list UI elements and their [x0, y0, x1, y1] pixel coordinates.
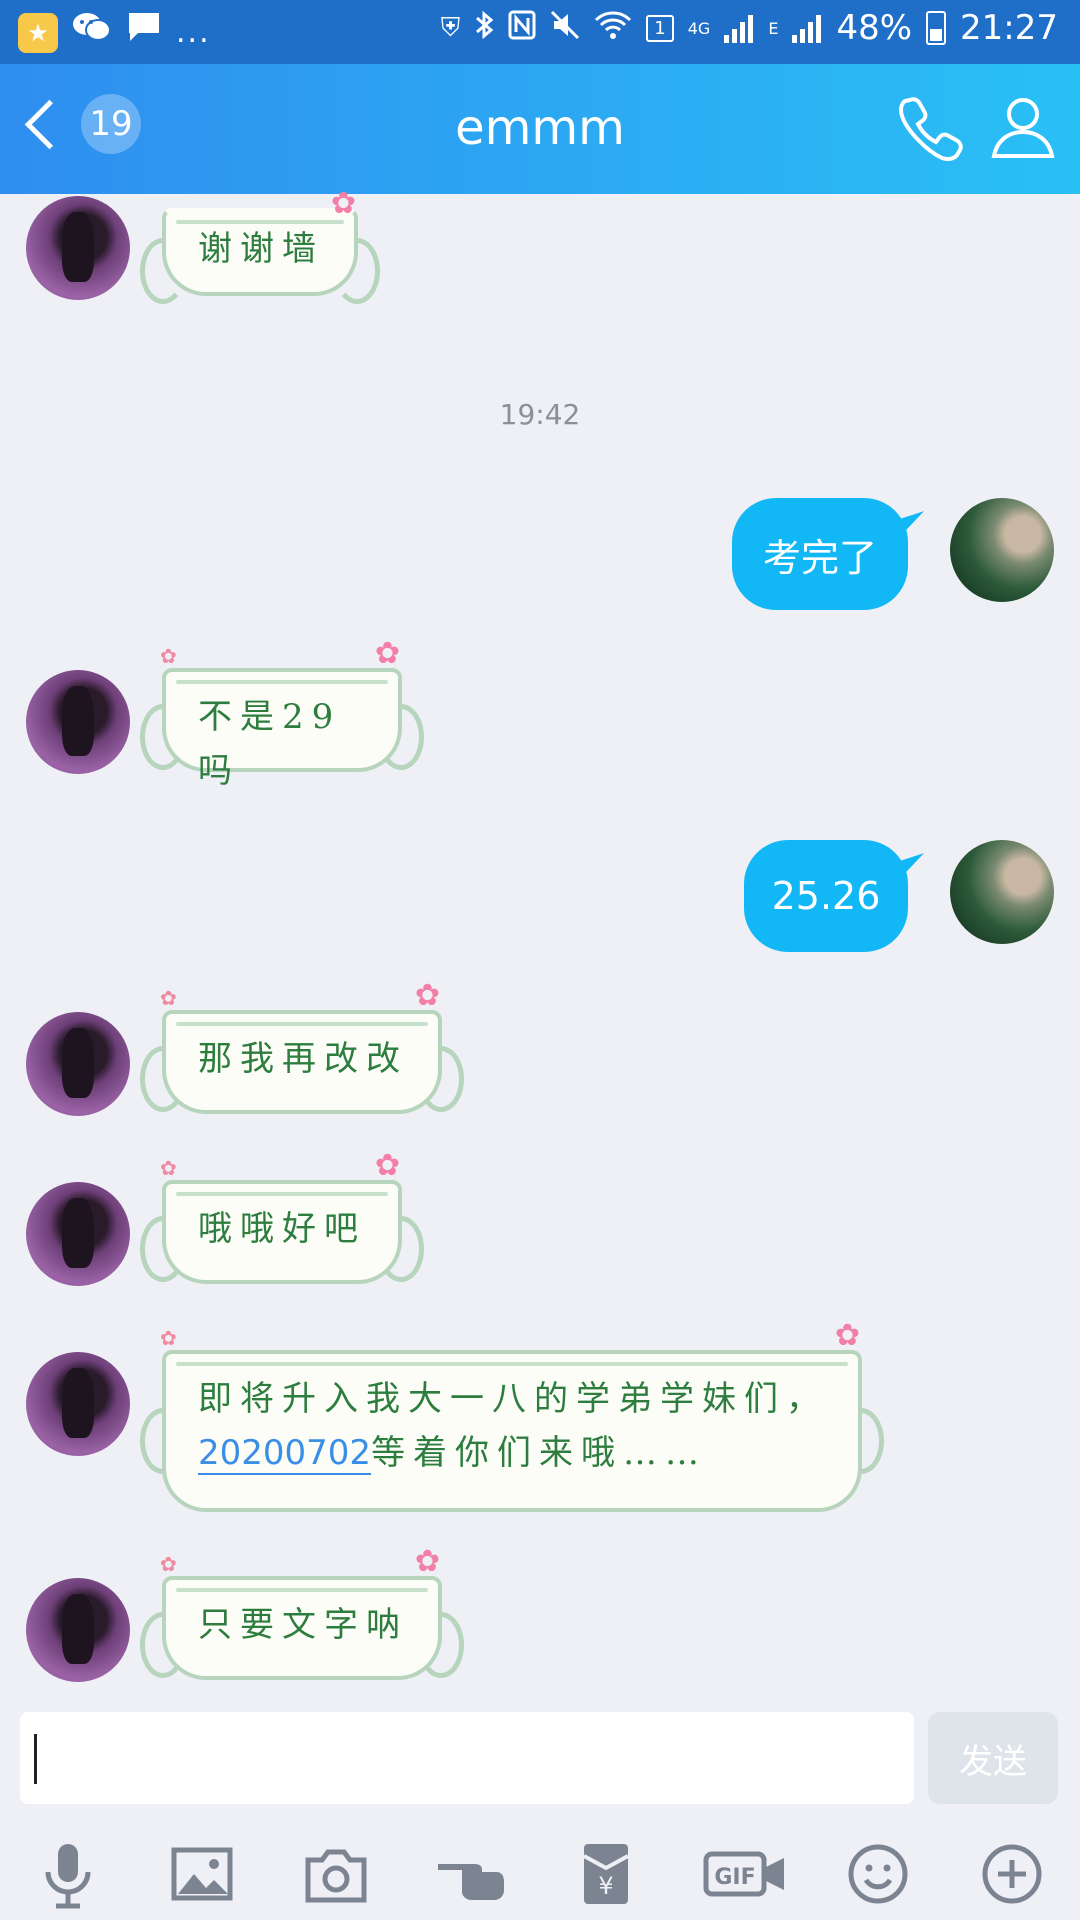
input-toolbar: ¥ GIF	[0, 1820, 1080, 1920]
incoming-message[interactable]: ✿ 谢谢墙	[140, 186, 380, 306]
message-text: 25.26	[771, 874, 881, 918]
flower-decoration: ✿	[160, 1326, 177, 1350]
chat-header: 19 emmm	[0, 64, 1080, 194]
flower-decoration: ✿	[414, 978, 440, 1013]
outgoing-message[interactable]: 25.26	[744, 840, 908, 952]
contact-avatar[interactable]	[26, 1578, 130, 1682]
flower-decoration: ✿	[160, 1552, 177, 1576]
incoming-message[interactable]: ✿ ✿ 那我再改改	[140, 978, 464, 1124]
camera-button[interactable]	[296, 1834, 376, 1914]
text-cursor	[34, 1734, 37, 1784]
battery-icon	[926, 11, 947, 45]
status-bar: ★ ... ⛨ 1 4G E 48% 21:27	[0, 0, 1080, 64]
message-text: 即将升入我大一八的学弟学妹们， 20200702等着你们来哦……	[198, 1372, 834, 1480]
plus-icon	[982, 1844, 1042, 1904]
contact-avatar[interactable]	[26, 1352, 130, 1456]
emoji-button[interactable]	[838, 1834, 918, 1914]
signal-icon	[724, 13, 754, 43]
gif-button[interactable]: GIF	[702, 1834, 792, 1914]
gif-label: GIF	[714, 1865, 755, 1890]
flower-decoration: ✿	[160, 644, 177, 668]
flower-decoration: ✿	[414, 1544, 440, 1579]
battery-percent: 48%	[836, 8, 913, 48]
my-avatar[interactable]	[950, 498, 1054, 602]
contact-avatar[interactable]	[26, 1182, 130, 1286]
message-text: 谢谢墙	[198, 229, 324, 269]
incoming-message[interactable]: ✿ ✿ 即将升入我大一八的学弟学妹们， 20200702等着你们来哦……	[140, 1318, 884, 1522]
mute-icon	[550, 10, 580, 47]
contact-avatar[interactable]	[26, 1012, 130, 1116]
network-e-label: E	[768, 18, 779, 38]
contact-avatar[interactable]	[26, 670, 130, 774]
message-text: 考完了	[762, 535, 877, 580]
network-4g-label: 4G	[687, 18, 711, 38]
flower-decoration: ✿	[330, 186, 356, 221]
message-timestamp: 19:42	[499, 398, 581, 431]
outgoing-message[interactable]: 考完了	[732, 498, 908, 610]
message-line-1: 即将升入我大一八的学弟学妹们，	[198, 1379, 828, 1419]
wechat-icon	[72, 10, 112, 55]
flower-decoration: ✿	[834, 1318, 860, 1353]
vpn-icon: ⛨	[440, 12, 461, 43]
flower-decoration: ✿	[160, 1156, 177, 1180]
message-text: 那我再改改	[198, 1039, 408, 1079]
red-packet-label: ¥	[598, 1872, 613, 1900]
phone-call-button[interactable]	[896, 92, 966, 162]
red-packet-icon: ¥	[583, 1844, 629, 1904]
sim-slot-badge: 1	[646, 14, 674, 42]
flower-decoration: ✿	[160, 986, 177, 1010]
message-input[interactable]	[20, 1712, 914, 1804]
clock: 21:27	[960, 8, 1058, 48]
message-line-2: 等着你们来哦……	[371, 1433, 708, 1473]
profile-button[interactable]	[988, 92, 1058, 162]
my-avatar[interactable]	[950, 840, 1054, 944]
contact-avatar[interactable]	[26, 196, 130, 300]
flower-decoration: ✿	[374, 1148, 400, 1183]
poke-button[interactable]	[432, 1834, 512, 1914]
nfc-icon	[508, 10, 536, 47]
poke-icon	[438, 1864, 504, 1900]
voice-button[interactable]	[28, 1834, 108, 1914]
more-button[interactable]	[972, 1834, 1052, 1914]
message-text: 哦哦好吧	[198, 1209, 366, 1249]
signal-icon-2	[792, 13, 822, 43]
wifi-icon	[594, 10, 632, 47]
message-text: 不是29吗	[198, 697, 342, 791]
more-notifications: ...	[176, 14, 211, 50]
date-link[interactable]: 20200702	[198, 1433, 372, 1475]
gif-icon: GIF	[703, 1851, 784, 1897]
red-packet-button[interactable]: ¥	[566, 1834, 646, 1914]
image-button[interactable]	[162, 1834, 242, 1914]
incoming-message[interactable]: ✿ ✿ 不是29吗	[140, 636, 424, 791]
flower-decoration: ✿	[374, 636, 400, 671]
camera-icon	[305, 1849, 367, 1903]
mic-icon	[45, 1844, 91, 1909]
bluetooth-icon	[474, 9, 494, 48]
emoji-icon	[848, 1844, 908, 1904]
incoming-message[interactable]: ✿ ✿ 哦哦好吧	[140, 1148, 424, 1294]
message-text: 只要文字呐	[198, 1605, 408, 1645]
image-icon	[171, 1847, 233, 1901]
system-icons: ⛨ 1 4G E 48% 21:27	[441, 8, 1058, 48]
message-icon	[126, 10, 162, 55]
phone-icon	[899, 97, 963, 161]
profile-icon	[991, 98, 1055, 158]
send-button[interactable]: 发送	[928, 1712, 1058, 1804]
qzone-star-icon: ★	[18, 12, 58, 53]
incoming-message[interactable]: ✿ ✿ 只要文字呐	[140, 1544, 464, 1690]
notification-icons: ★ ...	[18, 10, 211, 55]
